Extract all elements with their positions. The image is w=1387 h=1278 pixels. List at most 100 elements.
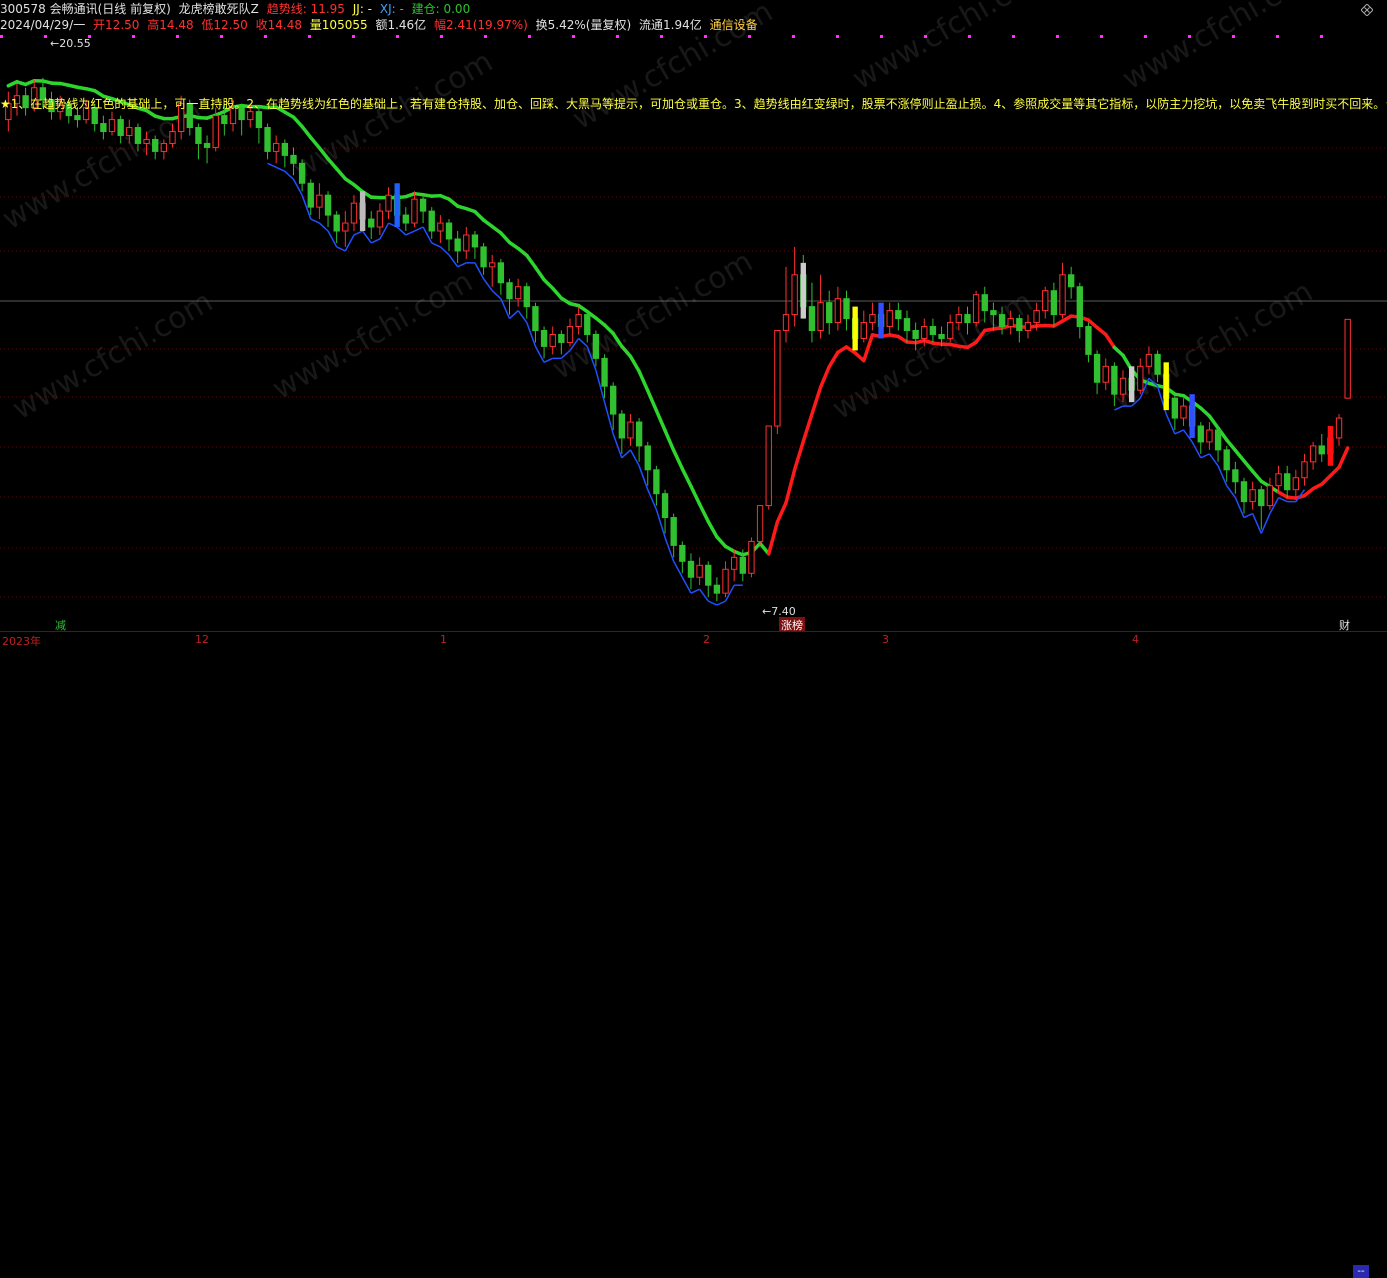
signal-bar <box>1328 426 1333 466</box>
candle <box>1017 315 1022 343</box>
support-segment <box>1253 514 1262 534</box>
signal-bar <box>801 263 806 319</box>
close-icon[interactable] <box>1361 4 1373 16</box>
candle-body <box>611 386 616 414</box>
candle <box>1259 486 1264 530</box>
candle <box>757 506 762 546</box>
candle <box>256 108 261 144</box>
support-segment <box>518 311 527 323</box>
candle <box>541 327 546 359</box>
candle <box>1051 283 1056 327</box>
candle-body <box>222 116 227 124</box>
candle-body <box>274 143 279 151</box>
kline-chart[interactable]: www.cfchi.comwww.cfchi.comwww.cfchi.comw… <box>0 0 1387 648</box>
support-segment <box>440 247 449 255</box>
candle <box>602 354 607 398</box>
candle-body <box>1207 430 1212 442</box>
candle <box>196 124 201 160</box>
candle-body <box>317 195 322 207</box>
candle-body <box>723 569 728 593</box>
candle-body <box>766 426 771 506</box>
signal-dot <box>792 35 795 38</box>
candle-body <box>1146 354 1151 366</box>
signal-bar <box>360 191 365 231</box>
candle-body <box>1138 366 1143 390</box>
axis-label-apr: 4 <box>1132 633 1139 646</box>
trend-segment <box>803 414 812 441</box>
candle-body <box>1310 446 1315 462</box>
trend-segment <box>1114 347 1123 355</box>
candle <box>1250 482 1255 510</box>
support-segment <box>700 589 709 601</box>
candle-body <box>153 139 158 151</box>
candle <box>282 139 287 167</box>
candle-body <box>939 334 944 338</box>
candle <box>628 414 633 446</box>
signal-bar <box>394 183 399 227</box>
candle-body <box>282 143 287 155</box>
candle <box>775 331 780 434</box>
support-segment <box>311 219 320 223</box>
quote-sector: 通信设备 <box>710 18 758 32</box>
candle-body <box>619 414 624 438</box>
candle <box>1068 267 1073 299</box>
axis-label-feb: 2 <box>703 633 710 646</box>
support-segment <box>630 450 639 466</box>
candle-body <box>904 319 909 331</box>
signal-dot <box>176 35 179 38</box>
candle <box>1345 319 1350 398</box>
candle <box>723 561 728 597</box>
support-segment <box>1209 454 1218 466</box>
candle-body <box>1008 319 1013 327</box>
candle-body <box>1319 446 1324 454</box>
support-segment <box>535 346 544 362</box>
chart-canvas[interactable]: www.cfchi.comwww.cfchi.comwww.cfchi.comw… <box>0 0 1387 648</box>
candle <box>308 179 313 215</box>
candle <box>1207 422 1212 450</box>
trend-segment <box>1227 440 1236 450</box>
candle <box>697 557 702 585</box>
trend-segment <box>717 537 726 546</box>
candle-body <box>567 327 572 343</box>
corner-box[interactable]: -- <box>1353 1265 1369 1278</box>
candle-body <box>161 143 166 151</box>
trend-segment <box>337 169 346 179</box>
signal-dot <box>352 35 355 38</box>
candle <box>904 311 909 343</box>
marker-dragon-tiger: 涨榜 <box>781 618 803 632</box>
candle-body <box>75 116 80 120</box>
candle <box>861 311 866 343</box>
candle <box>455 231 460 263</box>
candle-body <box>956 315 961 323</box>
candle-body <box>887 311 892 327</box>
support-segment <box>1192 442 1201 458</box>
candle-body <box>1172 398 1177 418</box>
candle <box>481 243 486 275</box>
signal-dot <box>308 35 311 38</box>
candle-body <box>403 215 408 223</box>
candle-body <box>835 299 840 323</box>
candle <box>792 247 797 327</box>
candle-body <box>1043 291 1048 311</box>
quote-change: 幅2.41(19.97%) <box>434 18 528 32</box>
candle <box>325 191 330 227</box>
candle <box>731 549 736 581</box>
candle-body <box>1060 275 1065 315</box>
candle-body <box>628 422 633 438</box>
candle <box>351 195 356 231</box>
trend-segment <box>630 356 639 371</box>
candle-body <box>922 327 927 339</box>
candle <box>472 231 477 259</box>
trend-segment <box>1106 334 1115 347</box>
candle-body <box>524 287 529 307</box>
candle-body <box>498 263 503 283</box>
candle-body <box>1103 366 1108 382</box>
trend-segment <box>786 470 795 503</box>
quote-low: 低12.50 <box>201 18 247 32</box>
candle <box>109 112 114 136</box>
candle-body <box>438 223 443 231</box>
candle-body <box>1215 430 1220 450</box>
trend-segment <box>674 450 683 468</box>
trend-segment <box>1322 476 1331 484</box>
candle <box>1215 426 1220 462</box>
